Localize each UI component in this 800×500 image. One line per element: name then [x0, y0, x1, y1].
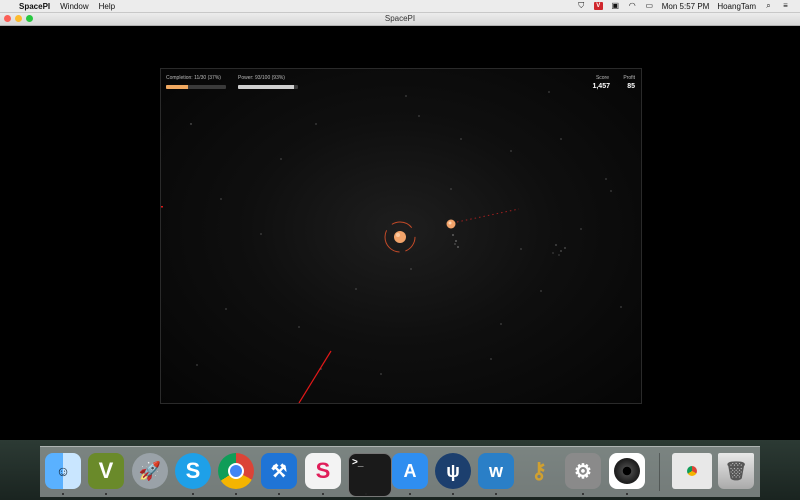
- clock[interactable]: Mon 5:57 PM: [662, 2, 710, 11]
- vpn-icon[interactable]: V: [593, 2, 603, 10]
- keychain-icon[interactable]: ⚷: [521, 453, 557, 489]
- spotlight-search-icon[interactable]: ⌕: [764, 2, 773, 10]
- chrome-icon[interactable]: [218, 453, 254, 489]
- user-name[interactable]: HoangTam: [717, 2, 756, 11]
- chrome-window-icon[interactable]: [672, 453, 712, 489]
- terminal-icon[interactable]: >_: [348, 453, 392, 497]
- menu-extra-icon[interactable]: ▣: [611, 2, 620, 10]
- window-menu[interactable]: Window: [60, 2, 88, 11]
- edge-marker: [161, 206, 163, 208]
- system-preferences-icon[interactable]: ⚙: [565, 453, 601, 489]
- laser-beam: [298, 350, 332, 403]
- satellite-planet: [446, 208, 520, 248]
- space-scene: [161, 91, 622, 403]
- help-menu[interactable]: Help: [99, 2, 115, 11]
- dvd-player-icon[interactable]: [609, 453, 645, 489]
- game-canvas[interactable]: Completion: 11/30 (37%) Power: 93/100 (9…: [160, 68, 642, 404]
- shield-icon[interactable]: ⛉: [577, 2, 586, 10]
- vim-icon[interactable]: V: [88, 453, 124, 489]
- menu-bar: SpacePI Window Help ⛉ V ▣ ◠ ▭ Mon 5:57 P…: [0, 0, 800, 13]
- launchpad-icon[interactable]: 🚀: [132, 453, 168, 489]
- finder-icon[interactable]: ☺: [45, 453, 81, 489]
- wunderlist-icon[interactable]: w: [478, 453, 514, 489]
- sourcetree-icon[interactable]: ψ: [435, 453, 471, 489]
- trash-icon[interactable]: 🗑: [718, 453, 754, 489]
- home-planet: [384, 221, 416, 253]
- skype-icon[interactable]: S: [175, 453, 211, 489]
- notification-center-icon[interactable]: ≡: [781, 2, 790, 10]
- battery-icon[interactable]: ▭: [645, 2, 654, 10]
- slack-icon[interactable]: S: [305, 453, 341, 489]
- app-store-icon[interactable]: A: [392, 453, 428, 489]
- debris-cluster: [552, 244, 566, 256]
- app-menu[interactable]: SpacePI: [19, 2, 50, 11]
- dock: ☺ V 🚀 S ⚒ S >_ A ψ w ⚷ ⚙ 🗑: [40, 446, 760, 497]
- window-title: SpacePI: [384, 14, 416, 23]
- window-title-bar: SpacePI: [0, 13, 800, 26]
- wifi-icon[interactable]: ◠: [628, 2, 637, 10]
- star-field: [190, 91, 622, 375]
- xcode-icon[interactable]: ⚒: [261, 453, 297, 489]
